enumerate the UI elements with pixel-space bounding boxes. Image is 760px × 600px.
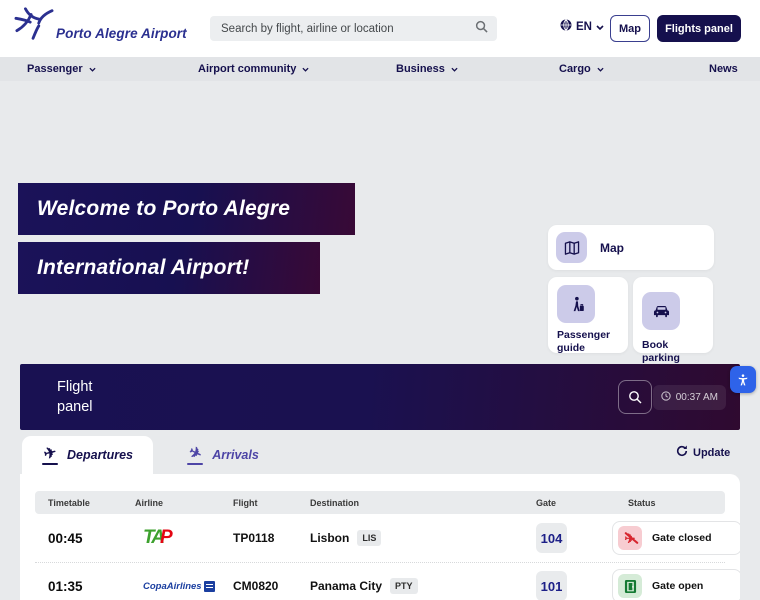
airport-code-badge: PTY <box>390 578 418 594</box>
update-button[interactable]: Update <box>676 445 730 460</box>
flights-panel-button[interactable]: Flights panel <box>657 15 741 42</box>
book-parking-card[interactable]: Book parking <box>633 277 713 364</box>
chevron-down-icon <box>597 63 604 75</box>
airline-logo-tap: TAP <box>135 527 233 549</box>
clock-icon <box>661 391 671 404</box>
map-icon <box>556 232 587 263</box>
flight-panel-banner: Flight panel 00:37 AM <box>20 364 740 430</box>
hero-title-line2: International Airport! <box>18 242 320 294</box>
col-header-status: Status <box>628 497 656 508</box>
col-header-airline: Airline <box>135 497 164 508</box>
tab-arrivals-label: Arrivals <box>212 448 259 462</box>
tab-arrivals[interactable]: ✈ Arrivals <box>168 436 278 474</box>
status-button-gate-open[interactable]: Gate open <box>612 569 740 600</box>
site-logo[interactable]: Porto Alegre Airport <box>13 5 187 48</box>
map-card[interactable]: Map <box>548 225 714 270</box>
flight-panel-title-line2: panel <box>57 399 93 415</box>
flight-panel-title: Flight panel <box>57 377 92 417</box>
car-icon <box>642 292 680 330</box>
accessibility-icon <box>738 373 748 385</box>
destination-cell: Lisbon LIS <box>310 530 536 546</box>
passenger-guide-card[interactable]: Passenger guide <box>548 277 628 355</box>
plane-takeoff-icon: ✈ <box>41 443 59 465</box>
gate-badge: 101 <box>536 571 567 600</box>
chevron-down-icon <box>302 63 309 75</box>
flight-number: TP0118 <box>233 531 275 545</box>
status-label: Gate closed <box>652 532 712 544</box>
language-label: EN <box>576 20 592 33</box>
destination-cell: Panama City PTY <box>310 578 536 594</box>
gate-badge: 104 <box>536 523 567 553</box>
nav-item-business[interactable]: Business <box>396 57 458 81</box>
destination-name: Lisbon <box>310 531 350 545</box>
hero-text: Welcome to Porto Alegre <box>37 197 291 220</box>
airport-code-badge: LIS <box>357 530 382 546</box>
current-time-badge: 00:37 AM <box>652 385 726 410</box>
col-header-gate: Gate <box>536 497 557 508</box>
destination-name: Panama City <box>310 579 383 593</box>
flight-number: CM0820 <box>233 579 279 593</box>
nav-item-airport-community[interactable]: Airport community <box>198 57 309 81</box>
table-header-row: Timetable Airline Flight Destination Gat… <box>35 491 725 514</box>
table-row: 00:45 TAP TP0118 Lisbon LIS 104 ✈ Gate c… <box>20 515 740 561</box>
flight-time: 00:45 <box>48 530 83 546</box>
header-map-button[interactable]: Map <box>610 15 650 42</box>
nav-label: Business <box>396 63 445 75</box>
passenger-guide-label: Passenger guide <box>557 329 611 355</box>
airline-logo-copa: CopaAirlines <box>135 580 233 592</box>
col-header-timetable: Timetable <box>48 497 90 508</box>
chevron-down-icon <box>89 63 96 75</box>
accessibility-widget-button[interactable] <box>730 366 756 393</box>
col-header-destination: Destination <box>310 497 360 508</box>
chevron-down-icon <box>596 21 604 33</box>
nav-label: News <box>709 63 738 75</box>
plane-landing-icon: ✈ <box>185 442 205 465</box>
main-nav: Passenger Airport community Business Car… <box>0 57 760 81</box>
chevron-down-icon <box>451 63 458 75</box>
nav-item-cargo[interactable]: Cargo <box>559 57 604 81</box>
status-button-gate-closed[interactable]: ✈ Gate closed <box>612 521 740 555</box>
copa-text: CopaAirlines <box>143 580 202 592</box>
flights-table-panel: Timetable Airline Flight Destination Gat… <box>20 474 740 600</box>
table-row: 01:35 CopaAirlines CM0820 Panama City PT… <box>20 563 740 600</box>
nav-label: Airport community <box>198 63 297 75</box>
hero-text: International Airport! <box>37 256 250 279</box>
flight-time: 01:35 <box>48 578 83 594</box>
plane-slash-icon: ✈ <box>618 526 642 550</box>
tab-departures[interactable]: ✈ Departures <box>22 436 153 474</box>
current-time: 00:37 AM <box>675 392 718 403</box>
copa-flag-icon <box>203 580 215 592</box>
col-header-flight: Flight <box>233 497 258 508</box>
flight-search-button[interactable] <box>618 380 652 414</box>
site-search <box>210 16 497 41</box>
update-label: Update <box>693 446 731 459</box>
tab-departures-label: Departures <box>67 448 133 462</box>
tap-letter: P <box>159 527 173 548</box>
flight-panel-title-line1: Flight <box>57 379 93 395</box>
tap-letter: T <box>143 527 153 548</box>
status-label: Gate open <box>652 580 704 592</box>
search-input[interactable] <box>221 22 475 35</box>
passenger-icon <box>557 285 595 323</box>
map-card-label: Map <box>600 240 624 255</box>
logo-text: Porto Alegre Airport <box>56 26 187 41</box>
hero-title-line1: Welcome to Porto Alegre <box>18 183 355 235</box>
top-bar: Porto Alegre Airport EN Map Flights pane… <box>0 0 760 57</box>
nav-label: Passenger <box>27 63 83 75</box>
book-parking-label: Book parking <box>642 339 680 365</box>
search-icon <box>475 20 488 38</box>
search-icon <box>629 391 642 404</box>
nav-item-news[interactable]: News <box>709 57 738 81</box>
language-selector[interactable]: EN <box>560 19 604 34</box>
globe-icon <box>560 19 572 34</box>
nav-item-passenger[interactable]: Passenger <box>27 57 96 81</box>
starburst-logo-icon <box>13 5 55 48</box>
door-open-icon <box>618 574 642 598</box>
refresh-icon <box>676 445 688 460</box>
nav-label: Cargo <box>559 63 591 75</box>
